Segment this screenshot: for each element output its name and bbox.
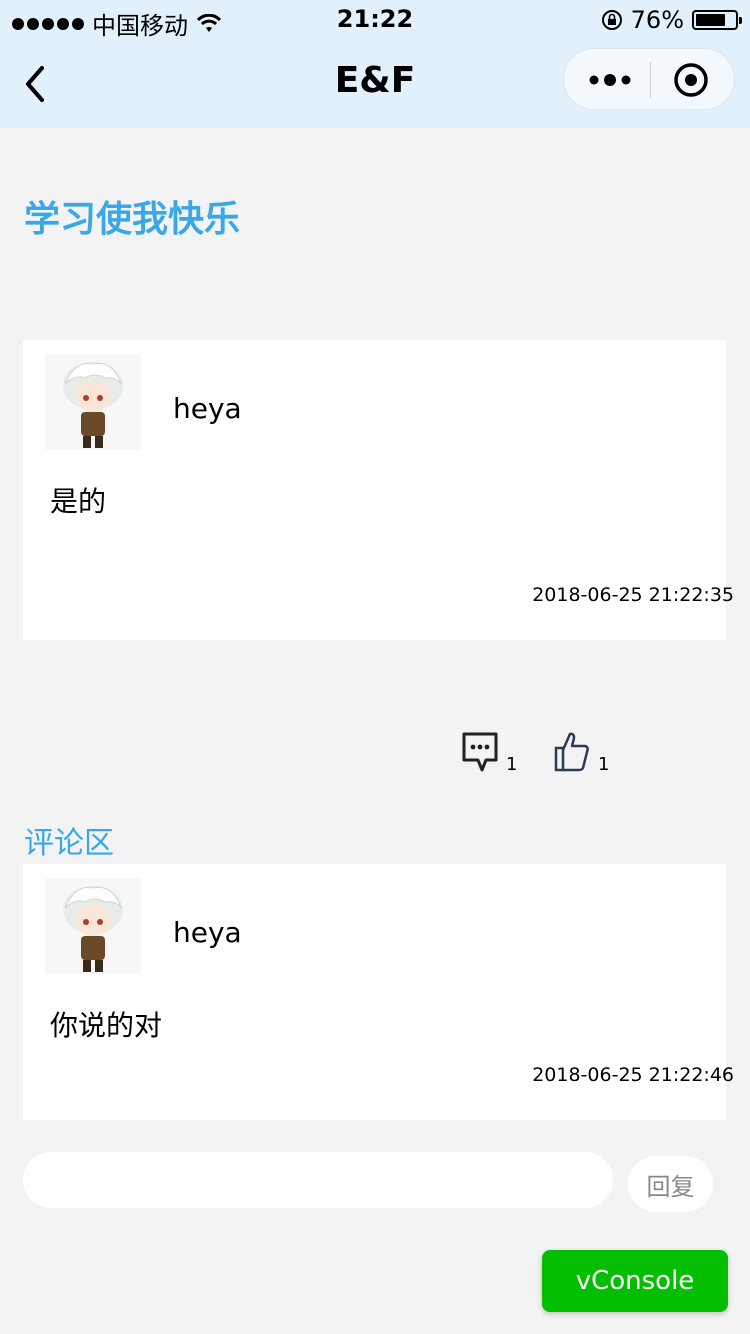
post-card: heya 是的 2018-06-25 21:22:35 [23, 340, 734, 640]
status-right: 76% [601, 6, 742, 34]
avatar [45, 878, 141, 974]
comment-section-title: 评论区 [24, 826, 114, 861]
comment-content: 你说的对 [50, 1009, 163, 1042]
battery-percent: 76% [630, 6, 684, 34]
more-dots-icon[interactable] [586, 66, 634, 94]
comment-icon[interactable] [460, 730, 500, 774]
status-bar: 中国移动 21:22 76% [0, 0, 750, 40]
vconsole-button[interactable]: vConsole [542, 1250, 728, 1312]
nav-bar: E&F [0, 40, 750, 128]
post-timestamp: 2018-06-25 21:22:35 [532, 584, 734, 606]
comment-card: heya 你说的对 2018-06-25 21:22:46 [23, 864, 734, 1120]
capsule-divider [650, 62, 651, 98]
comment-timestamp: 2018-06-25 21:22:46 [532, 1064, 734, 1086]
battery-icon [692, 10, 742, 30]
reply-button[interactable]: 回复 [628, 1156, 713, 1212]
reply-input[interactable] [23, 1152, 613, 1208]
comment-author[interactable]: heya [173, 916, 242, 949]
comment-count: 1 [506, 754, 518, 775]
post-author[interactable]: heya [173, 392, 242, 425]
like-count: 1 [598, 754, 610, 775]
thumbs-up-icon[interactable] [552, 730, 592, 774]
post-content: 是的 [50, 485, 107, 518]
menu-capsule [563, 48, 735, 110]
post-title: 学习使我快乐 [24, 199, 241, 240]
avatar [45, 354, 141, 450]
orientation-lock-icon [601, 10, 622, 30]
target-close-icon[interactable] [672, 61, 710, 99]
